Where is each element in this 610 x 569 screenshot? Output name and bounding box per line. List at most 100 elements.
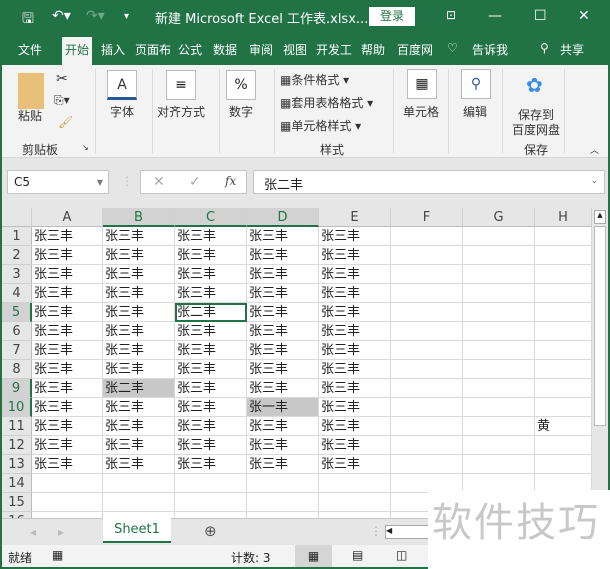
cell-d5[interactable]: 张三丰: [247, 303, 319, 322]
row-header-10[interactable]: 10: [2, 398, 32, 417]
cell-h2[interactable]: [535, 246, 592, 265]
name-box[interactable]: C5 ▼: [7, 170, 109, 194]
minimize-icon[interactable]: —: [488, 8, 502, 24]
column-header-a[interactable]: A: [32, 208, 103, 227]
cell-c12[interactable]: 张三丰: [175, 436, 247, 455]
row-header-9[interactable]: 9: [2, 379, 32, 398]
cell-e1[interactable]: 张三丰: [319, 227, 391, 246]
cell-d14[interactable]: [247, 474, 319, 493]
tab-formulas[interactable]: 公式: [178, 41, 202, 58]
row-header-14[interactable]: 14: [2, 474, 32, 493]
page-break-view-icon[interactable]: ◫: [396, 548, 407, 562]
cell-e14[interactable]: [319, 474, 391, 493]
cell-g7[interactable]: [463, 341, 535, 360]
cell-h11[interactable]: 黄: [535, 417, 592, 436]
insert-function-button[interactable]: fx: [225, 174, 236, 188]
row-header-4[interactable]: 4: [2, 284, 32, 303]
font-button[interactable]: 字体: [110, 103, 134, 120]
cell-a2[interactable]: 张三丰: [32, 246, 103, 265]
tab-view[interactable]: 视图: [283, 41, 307, 58]
cell-c5[interactable]: 张二丰: [175, 303, 247, 322]
row-header-3[interactable]: 3: [2, 265, 32, 284]
cell-f7[interactable]: [391, 341, 463, 360]
cell-h7[interactable]: [535, 341, 592, 360]
formula-input[interactable]: 张二丰 ⌄: [253, 170, 605, 194]
cell-b7[interactable]: 张三丰: [103, 341, 175, 360]
cell-b8[interactable]: 张三丰: [103, 360, 175, 379]
cell-a1[interactable]: 张三丰: [32, 227, 103, 246]
cell-b4[interactable]: 张三丰: [103, 284, 175, 303]
cell-c14[interactable]: [175, 474, 247, 493]
enter-icon[interactable]: ✓: [189, 174, 201, 190]
cell-h13[interactable]: [535, 455, 592, 474]
customize-qat-icon[interactable]: ▾: [124, 11, 129, 22]
cell-f11[interactable]: [391, 417, 463, 436]
cell-e10[interactable]: 张三丰: [319, 398, 391, 417]
cell-e4[interactable]: 张三丰: [319, 284, 391, 303]
horizontal-scrollbar[interactable]: ◀: [385, 525, 430, 539]
cell-e7[interactable]: 张三丰: [319, 341, 391, 360]
cell-g11[interactable]: [463, 417, 535, 436]
cell-h4[interactable]: [535, 284, 592, 303]
row-header-1[interactable]: 1: [2, 227, 32, 246]
cell-g6[interactable]: [463, 322, 535, 341]
cell-h10[interactable]: [535, 398, 592, 417]
row-header-15[interactable]: 15: [2, 493, 32, 512]
cell-b13[interactable]: 张三丰: [103, 455, 175, 474]
cell-d12[interactable]: 张三丰: [247, 436, 319, 455]
expand-formula-icon[interactable]: ⌄: [590, 176, 598, 186]
cell-f6[interactable]: [391, 322, 463, 341]
cell-f2[interactable]: [391, 246, 463, 265]
edit-button[interactable]: 编辑: [463, 103, 487, 120]
cell-f4[interactable]: [391, 284, 463, 303]
cell-d2[interactable]: 张三丰: [247, 246, 319, 265]
macro-record-icon[interactable]: ▦: [52, 548, 63, 562]
format-table-button[interactable]: ▦套用表格格式 ▾: [280, 94, 373, 111]
tab-insert[interactable]: 插入: [101, 41, 125, 58]
cell-g1[interactable]: [463, 227, 535, 246]
tab-home[interactable]: 开始: [62, 37, 93, 65]
cell-g5[interactable]: [463, 303, 535, 322]
format-painter-icon[interactable]: 🖌: [58, 115, 73, 129]
add-sheet-icon[interactable]: ⊕: [204, 522, 217, 540]
cell-d1[interactable]: 张三丰: [247, 227, 319, 246]
cell-e3[interactable]: 张三丰: [319, 265, 391, 284]
cell-a7[interactable]: 张三丰: [32, 341, 103, 360]
column-header-d[interactable]: D: [247, 208, 319, 227]
cut-icon[interactable]: ✂: [56, 71, 68, 87]
cell-e6[interactable]: 张三丰: [319, 322, 391, 341]
cell-f3[interactable]: [391, 265, 463, 284]
row-header-8[interactable]: 8: [2, 360, 32, 379]
prev-sheet-icon[interactable]: ◂: [30, 525, 36, 539]
cell-d3[interactable]: 张三丰: [247, 265, 319, 284]
cell-g13[interactable]: [463, 455, 535, 474]
cell-d15[interactable]: [247, 493, 319, 512]
cell-a8[interactable]: 张三丰: [32, 360, 103, 379]
save-icon[interactable]: 🖫: [22, 8, 34, 32]
cell-c3[interactable]: 张三丰: [175, 265, 247, 284]
cell-a14[interactable]: [32, 474, 103, 493]
tab-baidu[interactable]: 百度网: [397, 41, 433, 58]
cell-f10[interactable]: [391, 398, 463, 417]
row-header-12[interactable]: 12: [2, 436, 32, 455]
cell-c10[interactable]: 张三丰: [175, 398, 247, 417]
cell-c4[interactable]: 张三丰: [175, 284, 247, 303]
row-header-7[interactable]: 7: [2, 341, 32, 360]
cell-c15[interactable]: [175, 493, 247, 512]
cell-a5[interactable]: 张三丰: [32, 303, 103, 322]
share-button[interactable]: 共享: [560, 41, 584, 58]
collapse-ribbon-icon[interactable]: ︿: [590, 143, 599, 156]
select-all-corner[interactable]: [2, 208, 32, 227]
cell-e13[interactable]: 张三丰: [319, 455, 391, 474]
align-button[interactable]: 对齐方式: [157, 103, 205, 120]
tab-file[interactable]: 文件: [18, 41, 42, 58]
cell-d10[interactable]: 张一丰: [247, 398, 319, 417]
align-icon[interactable]: ≡: [166, 70, 196, 100]
cell-f12[interactable]: [391, 436, 463, 455]
cell-b3[interactable]: 张三丰: [103, 265, 175, 284]
cell-f8[interactable]: [391, 360, 463, 379]
number-button[interactable]: 数字: [229, 103, 253, 120]
maximize-icon[interactable]: ☐: [534, 8, 547, 24]
cancel-icon[interactable]: ✕: [153, 174, 165, 190]
cell-d9[interactable]: 张三丰: [247, 379, 319, 398]
